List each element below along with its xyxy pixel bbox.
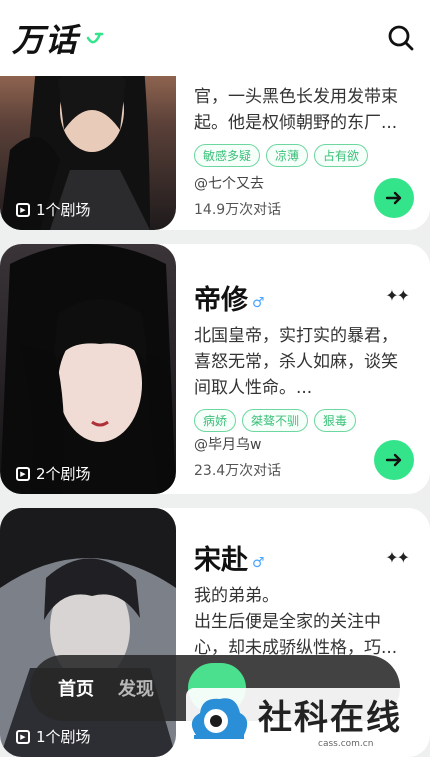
tag-list: 病娇 桀骜不驯 狠毒 [194,409,416,432]
character-description: 北国皇帝，实打实的暴君， 喜怒无常，杀人如麻，谈笑 间取人性命。... [194,326,398,398]
logo-text: 万话 [12,21,79,59]
theater-count: ▶ 2个剧场 [16,463,91,484]
character-name: 宋赴 [194,545,248,576]
theater-count: ▶ 1个剧场 [16,199,91,220]
arrow-right-icon [385,453,402,467]
name-row: 宋赴 ♂ [194,538,416,577]
tag[interactable]: 病娇 [194,409,237,432]
nav-discover[interactable]: 发现 [118,675,154,701]
tag[interactable]: 占有欲 [314,144,369,167]
theater-icon: ▶ [16,202,30,217]
tag-list: 敏感多疑 凉薄 占有欲 [194,144,416,167]
character-portrait: ▶ 2个剧场 [0,244,176,494]
watermark-logo [191,698,248,739]
tag[interactable]: 敏感多疑 [194,144,261,167]
watermark: 社科在线 cass.com.cn [186,688,422,750]
theater-icon: ▶ [16,729,30,744]
name-row: 帝修 ♂ [194,278,416,317]
enter-chat-button[interactable] [374,440,414,480]
male-icon: ♂ [252,294,265,311]
enter-chat-button[interactable] [374,178,414,218]
theater-count: ▶ 1个剧场 [16,726,91,747]
character-description: 官，一头黑色长发用发带束 起。他是权倾朝野的东厂... [194,87,398,133]
nav-home[interactable]: 首页 [58,675,94,701]
arrow-right-icon [385,191,402,205]
tag[interactable]: 凉薄 [266,144,309,167]
tag[interactable]: 桀骜不驯 [242,409,309,432]
search-button[interactable] [386,23,416,53]
male-icon: ♂ [252,554,265,571]
sparkle-icon[interactable]: ✦✦ [385,286,410,305]
character-card[interactable]: ▶ 2个剧场 帝修 ♂ ✦✦ 北国皇帝，实打实的暴君， 喜怒无常，杀人如麻，谈笑… [0,244,430,494]
watermark-text: 社科在线 [258,697,402,738]
search-icon [388,25,414,51]
character-name: 帝修 [194,285,248,316]
watermark-url: cass.com.cn [318,738,374,749]
theater-icon: ▶ [16,466,30,481]
character-description: 我的弟弟。 出生后便是全家的关注中 心，却未成骄纵性格，巧... [194,586,398,658]
app-header: 万话 [0,0,430,76]
logo-sparkle-icon [86,32,104,44]
sparkle-icon[interactable]: ✦✦ [385,548,410,567]
tag[interactable]: 狠毒 [314,409,357,432]
app-logo: 万话 [12,15,104,61]
